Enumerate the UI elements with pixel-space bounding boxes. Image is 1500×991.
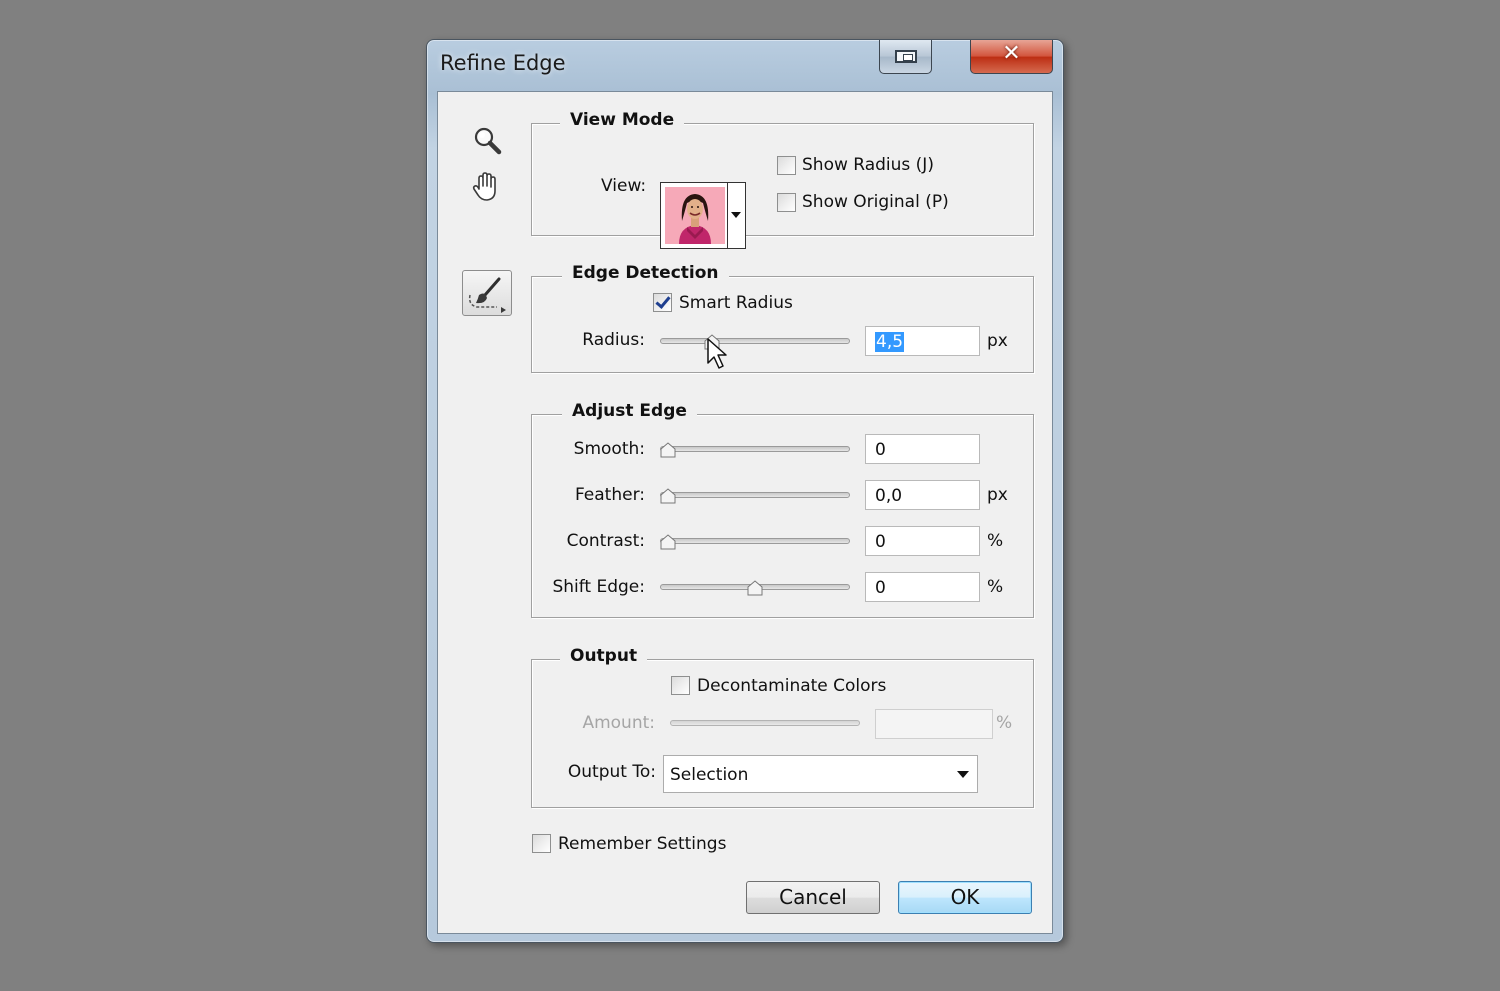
amount-label: Amount: [582, 713, 655, 733]
smart-radius-checkbox[interactable] [653, 293, 672, 312]
radius-value: 4,5 [875, 332, 905, 352]
amount-slider[interactable] [670, 720, 860, 726]
output-to-label: Output To: [567, 762, 656, 782]
output-to-value: Selection [670, 765, 749, 785]
chevron-down-icon [731, 212, 741, 218]
adjust-edge-legend: Adjust Edge [562, 401, 697, 421]
decontaminate-colors-checkbox[interactable] [671, 676, 690, 695]
view-preview-image [665, 187, 725, 244]
view-label: View: [601, 176, 647, 196]
refine-edge-dialog: Refine Edge ✕ View Mode View: Show Radiu… [426, 39, 1064, 943]
maximize-button[interactable] [879, 40, 932, 74]
chevron-down-icon [957, 771, 969, 778]
smooth-input[interactable]: 0 [865, 434, 980, 464]
smart-radius-label: Smart Radius [679, 293, 793, 313]
output-legend: Output [560, 646, 648, 666]
output-to-select[interactable]: Selection [663, 755, 978, 793]
shift-edge-slider-thumb[interactable] [747, 580, 763, 596]
shift-edge-input[interactable]: 0 [865, 572, 980, 602]
smooth-label: Smooth: [573, 439, 645, 459]
close-icon: ✕ [1002, 41, 1021, 66]
radius-slider[interactable] [660, 338, 850, 344]
shift-edge-unit: % [987, 577, 1004, 597]
contrast-slider-thumb[interactable] [660, 534, 676, 550]
view-picker-divider [727, 183, 728, 248]
edge-detection-group: Edge Detection Smart Radius Radius: 4,5 … [531, 263, 1034, 373]
shift-edge-label: Shift Edge: [552, 577, 645, 597]
show-radius-checkbox[interactable] [777, 156, 796, 175]
close-button[interactable]: ✕ [970, 40, 1053, 74]
radius-label: Radius: [582, 330, 645, 350]
remember-settings-label: Remember Settings [558, 834, 727, 854]
dialog-body: View Mode View: Show Radius (J) Show Ori… [437, 91, 1053, 934]
amount-input[interactable] [875, 709, 993, 739]
view-mode-legend: View Mode [560, 110, 685, 130]
magnifier-icon[interactable] [472, 125, 504, 157]
view-mode-group: View Mode View: Show Radius (J) Show Ori… [531, 110, 1034, 249]
hand-icon[interactable] [470, 170, 504, 204]
smooth-slider-thumb[interactable] [660, 442, 676, 458]
show-original-checkbox[interactable] [777, 193, 796, 212]
show-radius-label: Show Radius (J) [802, 155, 934, 175]
refine-radius-brush-icon [468, 277, 506, 313]
smooth-slider[interactable] [660, 446, 850, 452]
radius-unit: px [987, 331, 1008, 351]
contrast-slider[interactable] [660, 538, 850, 544]
feather-slider[interactable] [660, 492, 850, 498]
decontaminate-colors-label: Decontaminate Colors [697, 676, 887, 696]
feather-input[interactable]: 0,0 [865, 480, 980, 510]
feather-slider-thumb[interactable] [660, 488, 676, 504]
show-original-label: Show Original (P) [802, 192, 949, 212]
feather-label: Feather: [574, 485, 645, 505]
radius-input[interactable]: 4,5 [865, 326, 980, 356]
adjust-edge-group: Adjust Edge Smooth: 0 Feather: 0,0 px Co… [531, 401, 1034, 618]
window-title: Refine Edge [440, 51, 566, 75]
feather-unit: px [987, 485, 1008, 505]
output-group: Output Decontaminate Colors Amount: % Ou… [531, 646, 1034, 808]
amount-unit: % [996, 713, 1013, 733]
refine-radius-tool-button[interactable] [462, 270, 512, 316]
edge-detection-legend: Edge Detection [562, 263, 729, 283]
cancel-button[interactable]: Cancel [746, 881, 880, 914]
ok-button[interactable]: OK [898, 881, 1032, 914]
mouse-cursor-icon [707, 338, 727, 369]
contrast-input[interactable]: 0 [865, 526, 980, 556]
remember-settings-checkbox[interactable] [532, 834, 551, 853]
contrast-unit: % [987, 531, 1004, 551]
view-mode-picker[interactable] [660, 182, 746, 249]
contrast-label: Contrast: [566, 531, 645, 551]
maximize-icon [895, 50, 917, 63]
